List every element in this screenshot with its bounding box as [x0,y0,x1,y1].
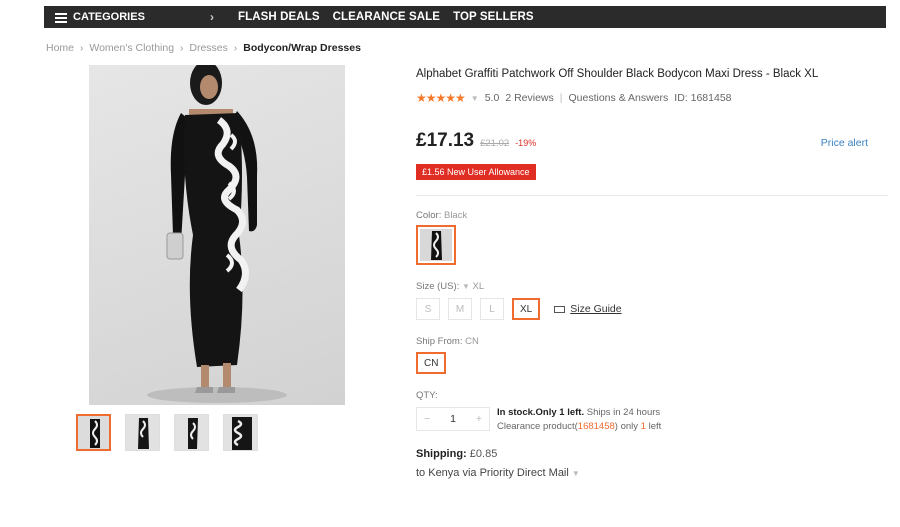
price-alert-link[interactable]: Price alert [821,137,868,149]
size-label: Size (US): ▼ XL [416,281,485,292]
qty-label: QTY: [416,390,438,401]
shipping-method: to Kenya via Priority Direct Mail [416,467,569,479]
stock-ships: Ships in 24 hours [584,407,661,418]
size-option-l[interactable]: L [480,298,504,320]
thumbnail-strip [76,414,258,451]
color-swatch-black[interactable] [416,225,456,265]
price-row: £17.13 £21.02 -19% Price alert [416,130,868,152]
clearance-id: 1681458 [577,421,615,432]
caret-down-icon[interactable]: ▼ [471,94,479,103]
breadcrumb-home[interactable]: Home [46,42,74,54]
ship-from-value: CN [465,336,479,347]
stock-status: In stock.Only 1 left. Ships in 24 hours … [497,407,662,432]
ruler-icon [554,305,566,313]
star-rating-icon[interactable]: ★★★★★ [416,91,466,105]
thumbnail-4[interactable] [223,414,258,451]
shipping-cost: Shipping: £0.85 [416,448,497,460]
divider [416,195,888,196]
main-nav: CATEGORIES › FLASH DEALS CLEARANCE SALE … [44,6,886,28]
breadcrumb-dresses[interactable]: Dresses [189,42,228,54]
caret-down-icon: ▼ [461,282,470,291]
product-main-image[interactable] [89,65,345,405]
size-option-m[interactable]: M [448,298,472,320]
new-user-allowance-badge[interactable]: £1.56 New User Allowance [416,164,536,180]
nav-link-clearance-sale[interactable]: CLEARANCE SALE [333,11,440,23]
nav-link-top-sellers[interactable]: TOP SELLERS [453,11,534,23]
shipping-value: £0.85 [469,448,498,460]
current-price: £17.13 [416,130,475,151]
thumbnail-3[interactable] [174,414,209,451]
size-guide-link[interactable]: Size Guide [554,303,622,315]
thumbnail-1[interactable] [76,414,111,451]
size-option-xl[interactable]: XL [512,298,541,320]
color-value: Black [443,210,468,221]
caret-down-icon: ▼ [571,469,580,478]
chevron-right-icon: › [233,42,238,54]
reviews-link[interactable]: 2 Reviews [505,92,553,104]
size-option-s[interactable]: S [416,298,440,320]
breadcrumb-womens-clothing[interactable]: Women's Clothing [89,42,174,54]
ship-from-option-cn[interactable]: CN [416,352,447,374]
thumbnail-2[interactable] [125,414,160,451]
qty-input[interactable]: 1 [450,413,456,425]
breadcrumb-current: Bodycon/Wrap Dresses [243,42,361,54]
quantity-stepper: − 1 + [416,407,490,431]
qty-plus-button[interactable]: + [476,413,482,425]
qty-minus-button[interactable]: − [424,413,430,425]
size-value: XL [472,281,485,292]
hamburger-icon [55,12,67,23]
product-title: Alphabet Graffiti Patchwork Off Shoulder… [416,68,819,80]
discount-badge: -19% [515,138,537,148]
ship-from-label: Ship From: CN [416,336,479,347]
nav-link-flash-deals[interactable]: FLASH DEALS [238,11,320,23]
questions-link[interactable]: Questions & Answers [569,92,669,104]
color-label: Color: Black [416,210,468,221]
size-options: S M L XL Size Guide [416,298,622,320]
breadcrumb: Home › Women's Clothing › Dresses › Body… [46,42,361,54]
stock-bold: In stock.Only 1 left. [497,407,585,418]
categories-label: CATEGORIES [73,11,145,23]
product-id: ID: 1681458 [674,92,732,104]
categories-menu[interactable]: CATEGORIES › [44,6,222,28]
chevron-right-icon: › [210,10,214,24]
original-price: £21.02 [480,138,510,149]
chevron-right-icon: › [180,42,184,54]
shipping-label: Shipping: [416,448,467,460]
separator: | [559,92,563,104]
shipping-method-select[interactable]: to Kenya via Priority Direct Mail ▼ [416,467,580,479]
size-guide-label: Size Guide [570,303,622,315]
rating-row: ★★★★★ ▼ 5.0 2 Reviews | Questions & Answ… [416,91,732,105]
rating-value: 5.0 [484,92,500,104]
top-bar: CATEGORIES › FLASH DEALS CLEARANCE SALE … [0,0,900,33]
chevron-right-icon: › [80,42,84,54]
